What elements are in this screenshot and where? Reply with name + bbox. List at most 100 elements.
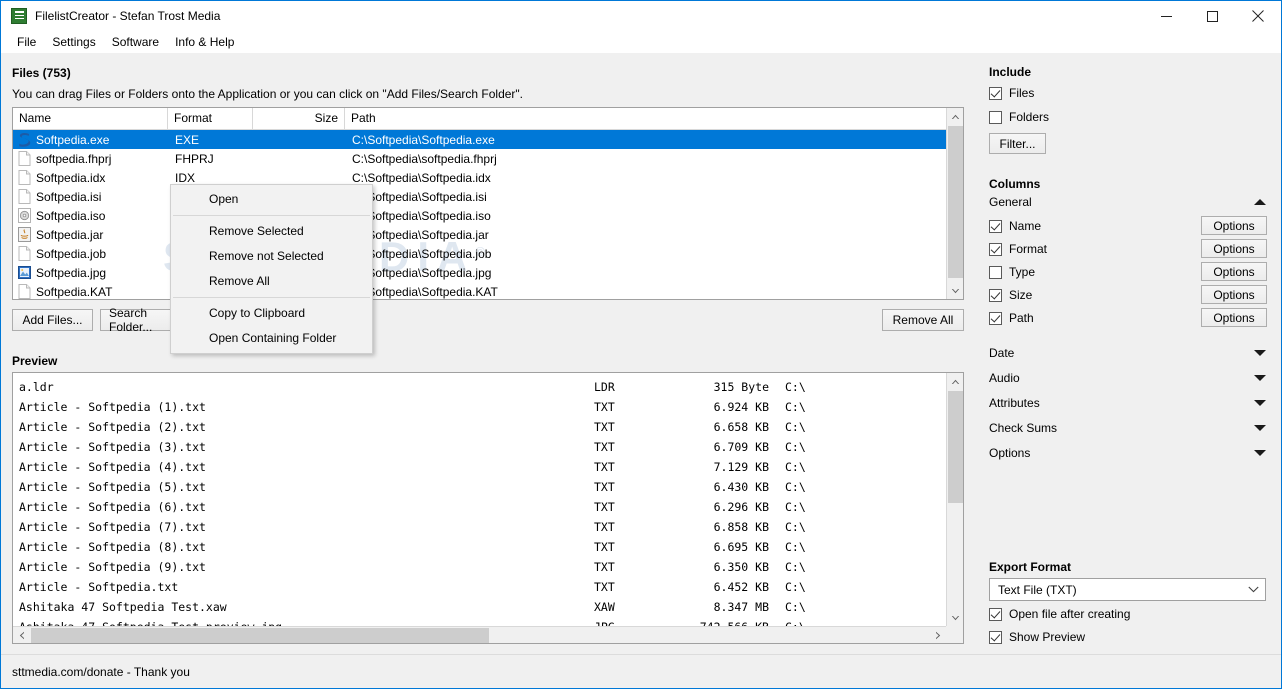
preview-line: Article - Softpedia (9).txt TXT 6.350 KB C:… <box>19 557 946 577</box>
preview-hscroll-thumb[interactable] <box>31 628 489 643</box>
table-row[interactable]: Softpedia.jpgJPGC:\Softpedia\Softpedia.j… <box>13 263 963 282</box>
options-button-path[interactable]: Options <box>1201 308 1267 327</box>
menu-file[interactable]: File <box>9 32 44 52</box>
table-row[interactable]: Softpedia.exe EXE C:\Softpedia\Softpedia.e… <box>13 130 963 149</box>
accordion-audio[interactable]: Audio <box>989 371 1266 385</box>
cell-path: C:\Softpedia\Softpedia.jpg <box>352 265 492 280</box>
checkbox-column-type[interactable]: Type <box>989 265 1035 279</box>
checkbox-open-after-box[interactable] <box>989 607 1002 621</box>
file-icon <box>18 246 31 261</box>
options-button-name[interactable]: Options <box>1201 216 1267 235</box>
checkbox-box[interactable] <box>989 242 1002 256</box>
checkbox-box[interactable] <box>989 288 1002 302</box>
preview-scroll-thumb[interactable] <box>948 391 963 503</box>
checkbox-folders-box[interactable] <box>989 110 1002 124</box>
checkbox-files-label: Files <box>1009 86 1035 100</box>
options-button-size[interactable]: Options <box>1201 285 1267 304</box>
context-menu[interactable]: Open Remove Selected Remove not Selected Re… <box>170 184 373 354</box>
checkbox-include-files[interactable]: Files <box>989 86 1034 100</box>
column-header-name[interactable]: Name <box>13 108 168 129</box>
checkbox-include-folders[interactable]: Folders <box>989 110 1049 124</box>
preview-line-format: TXT <box>594 400 615 414</box>
file-name-label: Softpedia.job <box>36 246 107 261</box>
options-button-format[interactable]: Options <box>1201 239 1267 258</box>
column-header-format[interactable]: Format <box>168 108 253 129</box>
accordion-date[interactable]: Date <box>989 346 1266 360</box>
preview-line-path: C:\ <box>785 420 806 434</box>
checkbox-column-name[interactable]: Name <box>989 219 1041 233</box>
preview-line-path: C:\ <box>785 400 806 414</box>
preview-line-name: Article - Softpedia (6).txt <box>19 500 206 514</box>
table-row[interactable]: Softpedia.KATKAT15.309 KBC:\Softpedia\So… <box>13 282 963 299</box>
preview-line-name: Article - Softpedia (7).txt <box>19 520 206 534</box>
preview-scroll-right-icon[interactable] <box>929 627 946 643</box>
preview-scroll-left-icon[interactable] <box>13 627 30 643</box>
file-list[interactable]: Name Format Size Path SOFTPEDIA© Softped… <box>12 107 964 300</box>
file-list-scrollbar[interactable] <box>946 108 963 299</box>
column-header-path[interactable]: Path <box>345 108 945 129</box>
menu-settings[interactable]: Settings <box>44 32 103 52</box>
context-menu-item-copy-to-clipboard[interactable]: Copy to Clipboard <box>171 301 372 326</box>
menu-info-help[interactable]: Info & Help <box>167 32 242 52</box>
accordion-options[interactable]: Options <box>989 446 1266 460</box>
checkbox-show-preview-box[interactable] <box>989 630 1002 644</box>
options-button-type[interactable]: Options <box>1201 262 1267 281</box>
cell-name: softpedia.fhprj <box>13 151 168 166</box>
preview-text: a.ldr LDR 315 Byte C:\ Article - Softpedia (… <box>13 373 946 626</box>
checkbox-box[interactable] <box>989 311 1002 325</box>
context-menu-item-remove-all[interactable]: Remove All <box>171 269 372 294</box>
accordion-attributes[interactable]: Attributes <box>989 396 1266 410</box>
table-row[interactable]: Softpedia.jobJOBC:\Softpedia\Softpedia.j… <box>13 244 963 263</box>
checkbox-box[interactable] <box>989 219 1002 233</box>
table-row[interactable]: Softpedia.isiISIC:\Softpedia\Softpedia.i… <box>13 187 963 206</box>
include-title: Include <box>989 65 1032 79</box>
chevron-down-icon <box>1254 375 1266 381</box>
preview-scroll-up-icon[interactable] <box>947 373 963 390</box>
minimize-button[interactable] <box>1143 1 1189 31</box>
checkbox-files-box[interactable] <box>989 86 1002 100</box>
maximize-button[interactable] <box>1189 1 1235 31</box>
scroll-thumb[interactable] <box>948 126 963 278</box>
export-format-select[interactable]: Text File (TXT) <box>989 578 1266 601</box>
filter-button[interactable]: Filter... <box>989 133 1046 154</box>
table-row[interactable]: softpedia.fhprj FHPRJ C:\Softpedia\softped… <box>13 149 963 168</box>
checkbox-column-path[interactable]: Path <box>989 311 1034 325</box>
accordion-label: Audio <box>989 371 1020 385</box>
menu-software[interactable]: Software <box>104 32 167 52</box>
table-row[interactable]: Softpedia.idx IDX C:\Softpedia\Softpedia.i… <box>13 168 963 187</box>
checkbox-show-preview[interactable]: Show Preview <box>989 630 1085 644</box>
preview-pane[interactable]: a.ldr LDR 315 Byte C:\ Article - Softpedia (… <box>12 372 964 644</box>
status-bar-text[interactable]: sttmedia.com/donate - Thank you <box>12 665 190 679</box>
preview-line-name: Article - Softpedia (2).txt <box>19 420 206 434</box>
accordion-general[interactable]: General <box>989 195 1266 209</box>
checkbox-box[interactable] <box>989 265 1002 279</box>
preview-line: Article - Softpedia (3).txt TXT 6.709 KB C:… <box>19 437 946 457</box>
preview-hscrollbar[interactable] <box>13 626 946 643</box>
preview-line-format: LDR <box>594 380 615 394</box>
context-menu-item-remove-selected[interactable]: Remove Selected <box>171 219 372 244</box>
scroll-down-icon[interactable] <box>947 282 963 299</box>
preview-line-path: C:\ <box>785 380 806 394</box>
preview-vscrollbar[interactable] <box>946 373 963 626</box>
table-row[interactable]: Softpedia.jarJARC:\Softpedia\Softpedia.j… <box>13 225 963 244</box>
checkbox-open-after-label: Open file after creating <box>1009 607 1131 621</box>
close-button[interactable] <box>1235 1 1281 31</box>
checkbox-column-format[interactable]: Format <box>989 242 1047 256</box>
add-files-button[interactable]: Add Files... <box>12 309 93 331</box>
context-menu-item-open[interactable]: Open <box>171 187 372 212</box>
table-row[interactable]: Softpedia.isoISOC:\Softpedia\Softpedia.i… <box>13 206 963 225</box>
preview-scroll-down-icon[interactable] <box>947 609 963 626</box>
chevron-down-icon <box>1254 350 1266 356</box>
cell-format: EXE <box>175 132 200 147</box>
checkbox-open-file-after-creating[interactable]: Open file after creating <box>989 607 1130 621</box>
accordion-check-sums[interactable]: Check Sums <box>989 421 1266 435</box>
context-menu-item-open-containing-folder[interactable]: Open Containing Folder <box>171 326 372 351</box>
file-list-rows: Softpedia.exe EXE C:\Softpedia\Softpedia.e… <box>13 130 963 299</box>
file-icon <box>18 170 31 185</box>
context-menu-item-remove-not-selected[interactable]: Remove not Selected <box>171 244 372 269</box>
column-header-size[interactable]: Size <box>253 108 345 129</box>
scroll-up-icon[interactable] <box>947 108 963 125</box>
checkbox-column-size[interactable]: Size <box>989 288 1032 302</box>
file-name-label: Softpedia.jar <box>36 227 104 242</box>
remove-all-button[interactable]: Remove All <box>882 309 964 331</box>
